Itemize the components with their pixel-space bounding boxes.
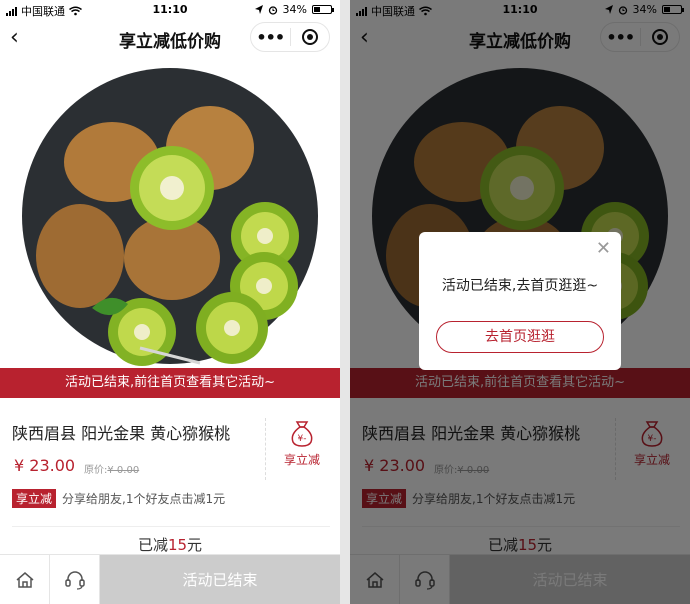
phone-screen-left: 中国联通 11:10 34% ‹ 享立减低价购 ••• 活动已结束,前往首页查看… (0, 0, 340, 604)
reduced-prefix: 已减 (137, 536, 168, 554)
promo-tag: 享立减 (12, 489, 57, 508)
battery-percent: 34% (282, 3, 307, 16)
nav-bar: ‹ 享立减低价购 ••• (0, 18, 340, 58)
target-icon (301, 29, 318, 45)
reduced-suffix: 元 (187, 536, 203, 554)
more-menu-button[interactable]: ••• (251, 28, 290, 47)
horizontal-divider (12, 526, 330, 527)
money-bag-glyph: ¥- (298, 434, 307, 444)
home-icon (16, 572, 33, 588)
original-price: 原价:¥ 0.00 (84, 461, 139, 476)
status-right: 34% (254, 3, 334, 16)
location-arrow-icon (254, 5, 263, 14)
close-icon[interactable]: ✕ (596, 240, 611, 258)
activity-ended-banner[interactable]: 活动已结束,前往首页查看其它活动~ (0, 368, 340, 398)
screenshot-pair: 中国联通 11:10 34% ‹ 享立减低价购 ••• 活动已结束,前往首页查看… (0, 0, 690, 604)
product-price: ¥ 23.00 (14, 456, 76, 475)
bottom-action-bar: 活动已结束 (0, 554, 340, 604)
reduced-amount: 已减15元 (0, 534, 340, 555)
mini-program-capsule: ••• (250, 22, 330, 52)
phone-screen-right: 中国联通 11:10 34% ‹ 享立减低价购 ••• (350, 0, 690, 604)
activity-ended-dialog: ✕ 活动已结束,去首页逛逛~ 去首页逛逛 (419, 232, 621, 370)
original-price-value: ¥ 0.00 (107, 465, 140, 476)
dialog-message: 活动已结束,去首页逛逛~ (441, 278, 599, 294)
original-price-label: 原价: (84, 465, 108, 476)
status-bar: 中国联通 11:10 34% (0, 0, 340, 18)
reduced-value: 15 (167, 536, 188, 554)
share-reduce-button[interactable]: ¥- 享立减 (280, 418, 324, 468)
close-mini-program-button[interactable] (291, 29, 330, 45)
promo-description: 分享给朋友,1个好友点击减1元 (62, 492, 226, 506)
product-image (0, 58, 340, 370)
go-home-button[interactable]: 去首页逛逛 (436, 321, 604, 353)
customer-service-icon (64, 571, 85, 590)
battery-icon (312, 5, 334, 14)
product-name: 陕西眉县 阳光金果 黄心猕猴桃 (12, 424, 231, 443)
promo-tag-row: 享立减 分享给朋友,1个好友点击减1元 (12, 489, 225, 508)
money-bag-icon: ¥- (291, 421, 313, 447)
home-button[interactable] (0, 555, 50, 604)
customer-service-button[interactable] (50, 555, 100, 604)
alarm-icon (268, 5, 277, 15)
activity-ended-button[interactable]: 活动已结束 (100, 555, 340, 604)
share-reduce-label: 享立减 (283, 453, 320, 467)
vertical-divider (265, 418, 266, 480)
